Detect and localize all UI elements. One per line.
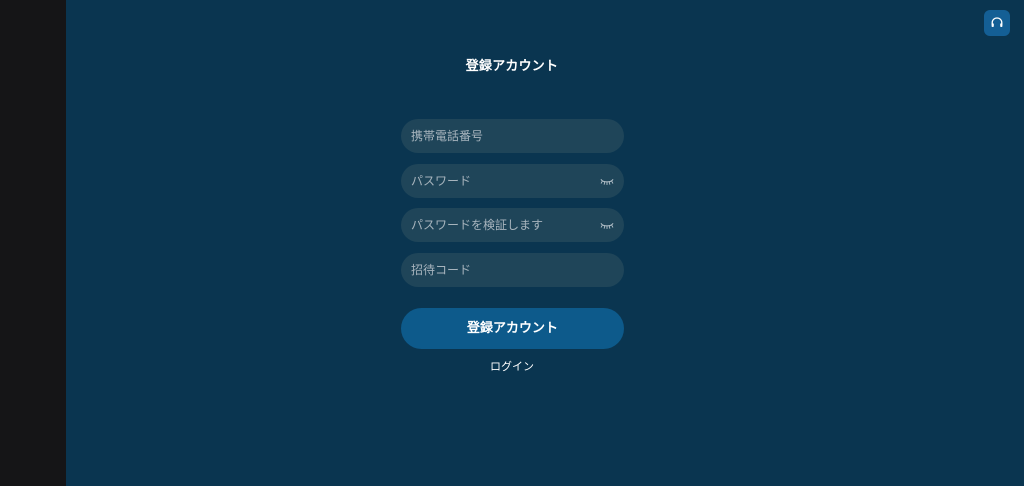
phone-input[interactable] xyxy=(401,119,624,153)
login-link[interactable]: ログイン xyxy=(0,359,1024,374)
eye-closed-icon[interactable] xyxy=(600,219,614,231)
support-button[interactable] xyxy=(984,10,1010,36)
confirm-password-input[interactable] xyxy=(401,208,624,242)
phone-field[interactable] xyxy=(401,119,624,153)
confirm-password-field[interactable] xyxy=(401,208,624,242)
page-title: 登録アカウント xyxy=(465,59,559,74)
password-field[interactable] xyxy=(401,164,624,198)
invite-code-field[interactable] xyxy=(401,253,624,287)
register-button[interactable]: 登録アカウント xyxy=(401,308,624,349)
eye-closed-icon[interactable] xyxy=(600,175,614,187)
password-input[interactable] xyxy=(401,164,624,198)
invite-code-input[interactable] xyxy=(401,253,624,287)
headset-icon xyxy=(990,16,1004,30)
